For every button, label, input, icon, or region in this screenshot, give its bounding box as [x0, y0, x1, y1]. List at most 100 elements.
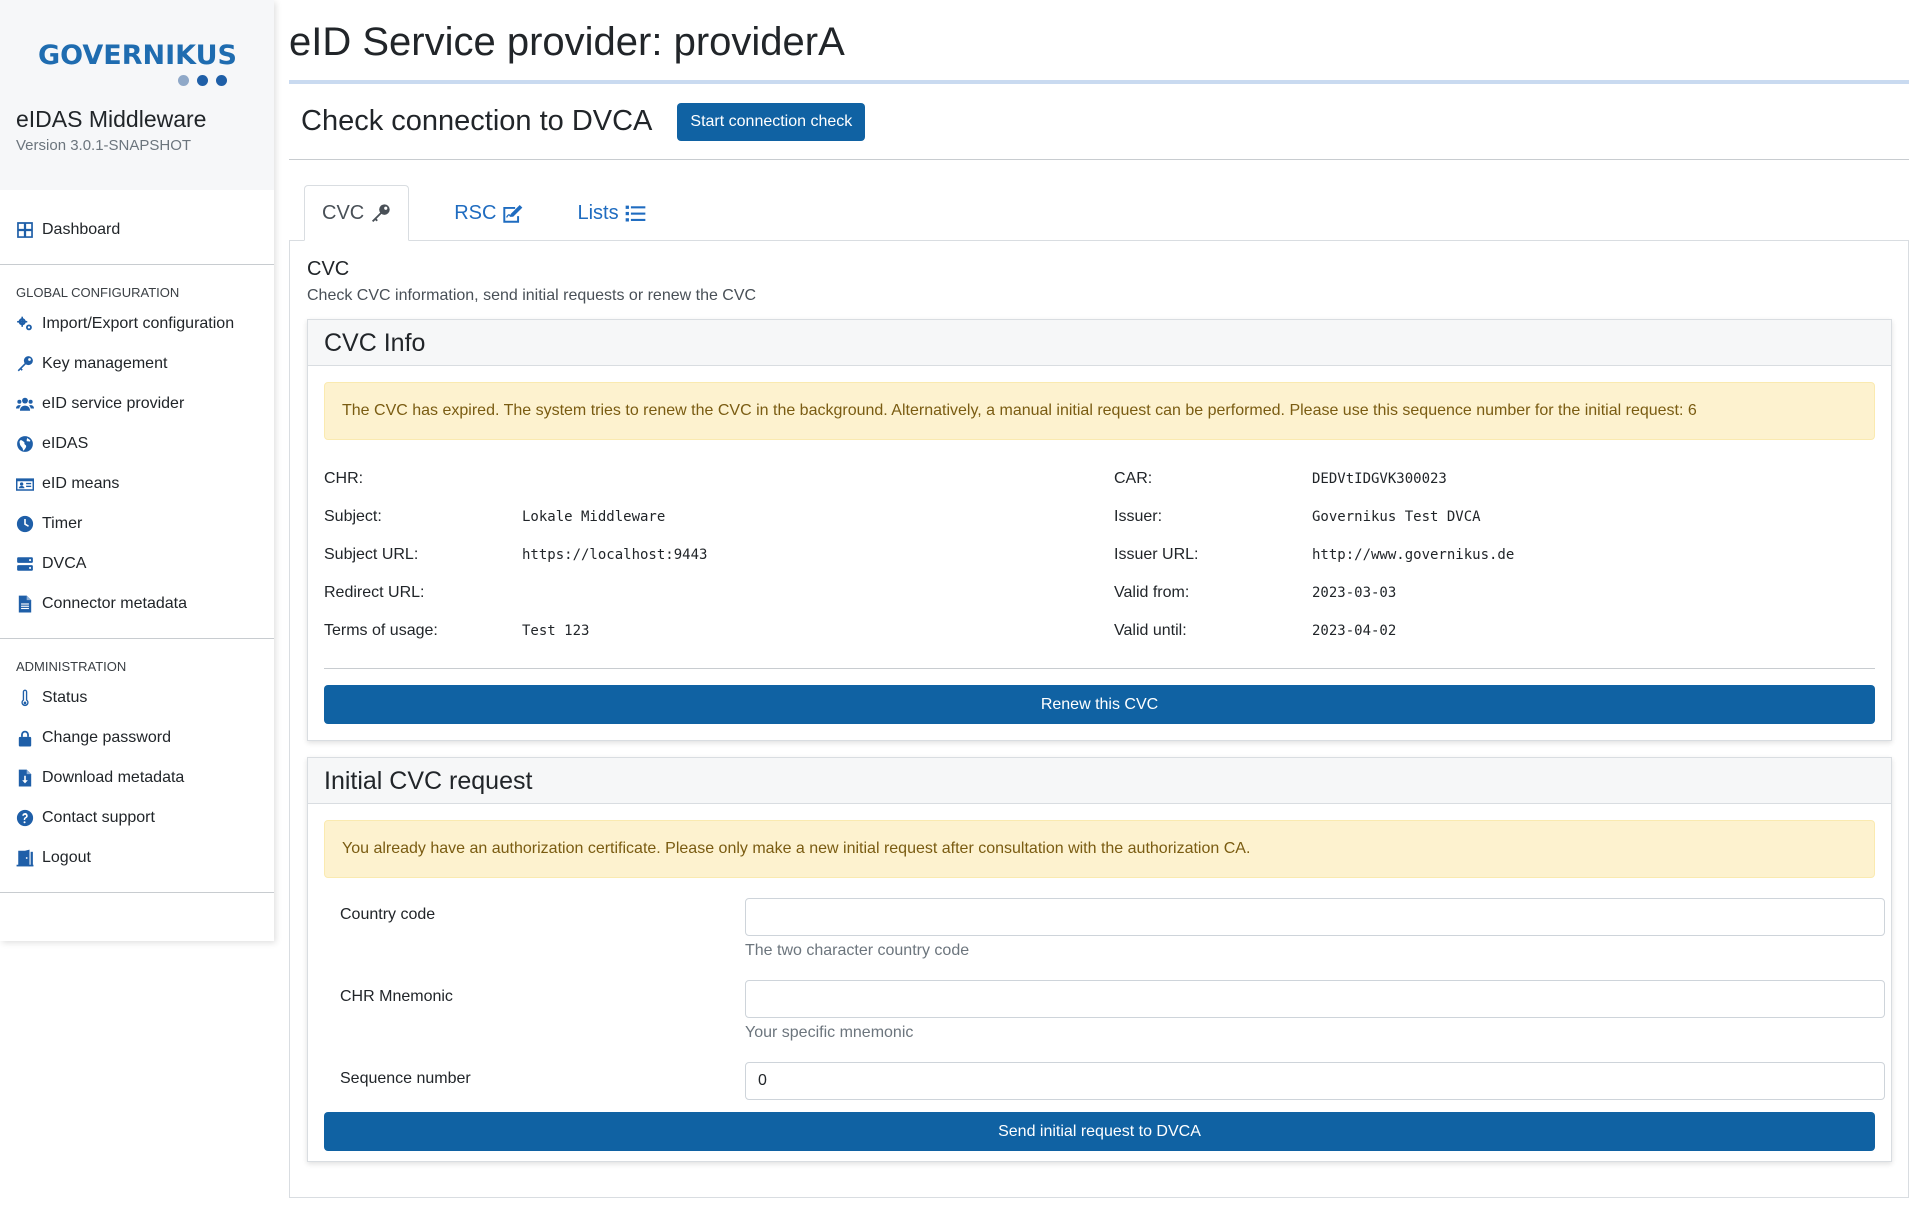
app-version: Version 3.0.1-SNAPSHOT — [16, 137, 192, 154]
chr-mnemonic-input[interactable] — [745, 980, 1885, 1018]
redirect-url-label: Redirect URL: — [324, 584, 425, 601]
terms-of-usage-value: Test 123 — [522, 623, 590, 639]
question-icon — [16, 809, 34, 827]
sidebar-item-key-management[interactable]: Key management — [0, 344, 274, 384]
sidebar-item-change-password[interactable]: Change password — [0, 718, 274, 758]
sidebar-item-download-metadata[interactable]: Download metadata — [0, 758, 274, 798]
initial-request-header: Initial CVC request — [308, 758, 1891, 804]
sidebar-item-label: Change password — [42, 729, 171, 746]
sidebar-item-contact-support[interactable]: Contact support — [0, 798, 274, 838]
file-icon — [18, 595, 32, 613]
subject-value: Lokale Middleware — [522, 509, 666, 525]
sidebar-item-label: Status — [42, 689, 88, 706]
globe-icon — [17, 436, 33, 452]
issuer-value: Governikus Test DVCA — [1312, 509, 1481, 525]
clock-icon — [16, 515, 34, 533]
issuer-url-label: Issuer URL: — [1114, 546, 1199, 563]
sidebar-heading-global: GLOBAL CONFIGURATION — [16, 285, 180, 300]
grid-icon — [17, 222, 33, 238]
chr-mnemonic-label: CHR Mnemonic — [340, 988, 453, 1005]
sidebar-item-label: DVCA — [42, 555, 87, 572]
sidebar-item-label: Key management — [42, 355, 168, 372]
sidebar-item-import-export[interactable]: Import/Export configuration — [0, 304, 274, 344]
redirect-url-value — [522, 574, 1114, 612]
sidebar-item-label: eIDAS — [42, 435, 89, 452]
governikus-logo: GOVERNIKUS — [38, 40, 237, 71]
country-code-help: The two character country code — [745, 942, 970, 959]
sidebar-item-eid-means[interactable]: eID means — [0, 464, 274, 504]
key-icon — [17, 356, 33, 372]
chr-label: CHR: — [324, 470, 364, 487]
valid-until-label: Valid until: — [1114, 622, 1187, 639]
sidebar-item-dashboard[interactable]: Dashboard — [0, 210, 274, 250]
send-initial-request-button[interactable]: Send initial request to DVCA — [324, 1112, 1875, 1151]
sidebar-item-label: Download metadata — [42, 769, 185, 786]
users-icon — [16, 397, 34, 411]
cvc-info-card: CVC Info The CVC has expired. The system… — [307, 319, 1892, 741]
subject-url-label: Subject URL: — [324, 546, 419, 563]
sequence-number-label: Sequence number — [340, 1070, 471, 1087]
logo-dot — [197, 75, 208, 86]
sidebar-item-label: Dashboard — [42, 221, 121, 238]
initial-request-body: You already have an authorization certif… — [308, 804, 1891, 1161]
chr-mnemonic-help: Your specific mnemonic — [745, 1024, 914, 1041]
server-icon — [17, 557, 33, 571]
id-card-icon — [16, 478, 34, 491]
tab-bar: CVC RSC Lists — [289, 185, 1909, 241]
signature-icon — [503, 204, 523, 223]
renew-cvc-button[interactable]: Renew this CVC — [324, 685, 1875, 724]
tab-label: RSC — [454, 201, 497, 224]
subject-url-value: https://localhost:9443 — [522, 547, 708, 563]
cvc-info-body: The CVC has expired. The system tries to… — [308, 366, 1891, 740]
sidebar-item-label: Import/Export configuration — [42, 315, 235, 332]
logo-dots — [178, 75, 258, 86]
gears-icon — [17, 316, 32, 331]
sidebar-item-timer[interactable]: Timer — [0, 504, 274, 544]
tab-label: Lists — [577, 201, 619, 224]
sequence-number-input[interactable] — [745, 1062, 1885, 1100]
initial-cvc-request-card: Initial CVC request You already have an … — [307, 757, 1892, 1162]
start-connection-check-button[interactable]: Start connection check — [677, 102, 866, 141]
section-subtitle: Check CVC information, send initial requ… — [307, 287, 757, 304]
country-code-input[interactable] — [745, 898, 1885, 936]
sidebar-item-label: Logout — [42, 849, 91, 866]
sidebar-item-label: Connector metadata — [42, 595, 187, 612]
page-title: eID Service provider: providerA — [289, 20, 845, 64]
valid-from-label: Valid from: — [1114, 584, 1190, 601]
sidebar-item-label: eID means — [42, 475, 120, 492]
sidebar-item-label: Timer — [42, 515, 83, 532]
brand-area: GOVERNIKUS eIDAS Middleware Version 3.0.… — [0, 0, 274, 190]
sidebar-item-label: eID service provider — [42, 395, 185, 412]
tab-lists[interactable]: Lists — [560, 185, 662, 241]
sidebar-item-status[interactable]: Status — [0, 678, 274, 718]
section-title: CVC — [307, 258, 350, 280]
authorization-warning-alert: You already have an authorization certif… — [324, 820, 1875, 878]
sidebar-item-dvca[interactable]: DVCA — [0, 544, 274, 584]
tab-rsc[interactable]: RSC — [437, 185, 540, 241]
logo-dot — [178, 75, 189, 86]
main-content: eID Service provider: providerA Check co… — [289, 0, 1909, 1198]
sidebar-item-label: Contact support — [42, 809, 155, 826]
door-icon — [16, 849, 34, 867]
chr-value — [522, 460, 1114, 498]
chr-mnemonic-row: CHR Mnemonic Your specific mnemonic — [324, 980, 1885, 1042]
thermometer-icon — [21, 689, 29, 707]
connection-check-row: Check connection to DVCA Start connectio… — [289, 84, 1909, 160]
sidebar: GOVERNIKUS eIDAS Middleware Version 3.0.… — [0, 0, 274, 941]
sidebar-item-logout[interactable]: Logout — [0, 838, 274, 878]
file-download-icon — [18, 769, 32, 787]
sidebar-item-connector-metadata[interactable]: Connector metadata — [0, 584, 274, 624]
tab-cvc[interactable]: CVC — [304, 185, 410, 241]
country-code-row: Country code The two character country c… — [324, 898, 1885, 960]
cvc-info-header: CVC Info — [308, 320, 1891, 366]
car-label: CAR: — [1114, 470, 1153, 487]
tab-panel-cvc: CVC Check CVC information, send initial … — [289, 240, 1909, 1198]
tab-label: CVC — [322, 201, 365, 224]
terms-of-usage-label: Terms of usage: — [324, 622, 438, 639]
sidebar-item-eid-service-provider[interactable]: eID service provider — [0, 384, 274, 424]
valid-from-value: 2023-03-03 — [1312, 585, 1397, 601]
connection-check-title: Check connection to DVCA — [301, 105, 653, 137]
sidebar-item-eidas[interactable]: eIDAS — [0, 424, 274, 464]
lock-icon — [18, 730, 32, 747]
car-value: DEDVtIDGVK300023 — [1312, 471, 1447, 487]
